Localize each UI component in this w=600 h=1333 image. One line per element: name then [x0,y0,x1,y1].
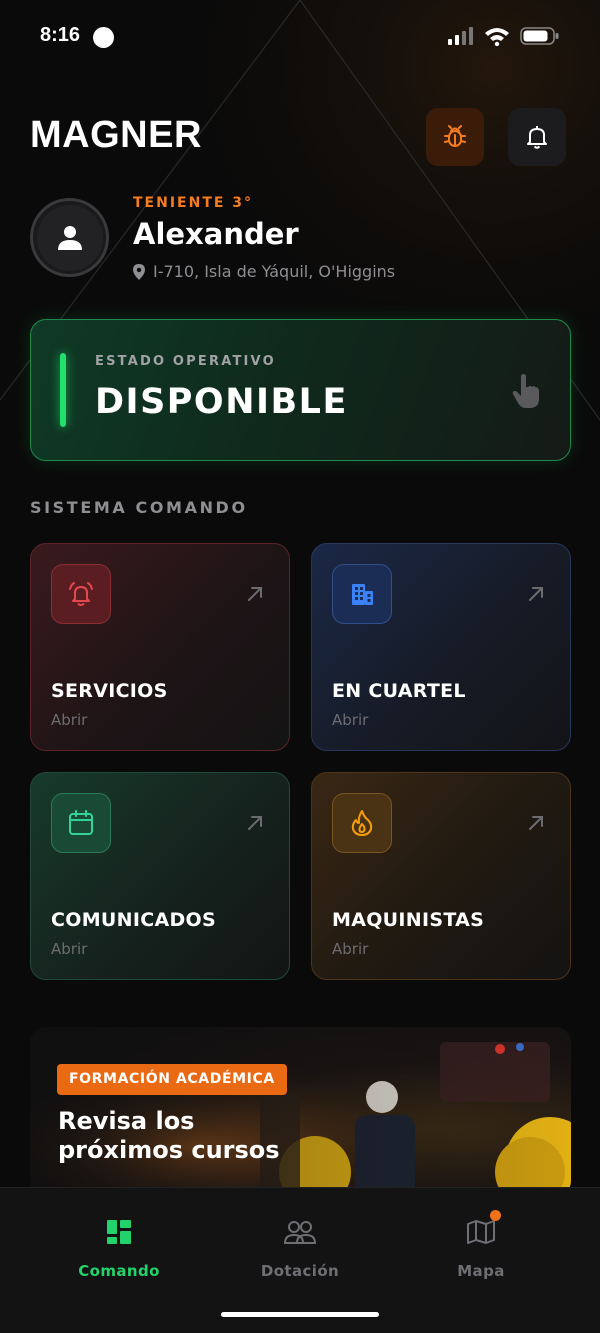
status-icons [448,26,560,46]
external-arrow-icon [248,816,262,830]
signal-icon [448,27,473,45]
map-icon [467,1220,495,1244]
tile-subtitle: Abrir [51,711,88,729]
tile-maquinistas[interactable]: MAQUINISTAS Abrir [311,772,571,980]
user-name: Alexander [133,217,299,251]
users-icon [283,1221,317,1244]
building-icon [352,584,373,605]
bug-report-button[interactable] [426,108,484,166]
tile-servicios[interactable]: SERVICIOS Abrir [30,543,290,751]
status-indicator-bar [60,353,66,427]
location-text: I-710, Isla de Yáquil, O'Higgins [153,262,396,281]
location-pin-icon [133,263,145,280]
tile-icon-box [332,564,392,624]
tile-icon-box [51,564,111,624]
home-indicator[interactable] [221,1312,379,1317]
nav-icon-wrap [421,1210,541,1248]
nav-comando[interactable]: Comando [59,1216,179,1280]
section-title: SISTEMA COMANDO [30,498,248,517]
tile-subtitle: Abrir [332,940,369,958]
operational-status-card[interactable]: ESTADO OPERATIVO DISPONIBLE [30,319,571,461]
user-icon [57,225,82,250]
nav-label: Mapa [457,1262,505,1280]
external-arrow-icon [529,587,543,601]
notification-badge [490,1210,501,1221]
nav-icon-wrap [59,1216,179,1248]
avatar[interactable] [30,198,109,277]
status-label: ESTADO OPERATIVO [95,354,276,369]
tile-title: SERVICIOS [51,680,168,702]
flame-icon [351,810,373,836]
bug-icon [444,125,466,147]
wifi-icon [485,28,509,46]
battery-icon [520,27,559,45]
tile-title: EN CUARTEL [332,680,466,702]
tile-en-cuartel[interactable]: EN CUARTEL Abrir [311,543,571,751]
alarm-bell-icon [69,582,93,606]
status-value: DISPONIBLE [95,382,348,422]
app-title: MAGNER [30,114,202,156]
notifications-button[interactable] [508,108,566,166]
tile-icon-box [51,793,111,853]
tile-title: MAQUINISTAS [332,909,485,931]
recording-indicator-icon [93,27,114,48]
nav-dotacion[interactable]: Dotación [240,1216,360,1280]
user-rank: TENIENTE 3° [133,195,254,211]
tile-subtitle: Abrir [332,711,369,729]
tile-comunicados[interactable]: COMUNICADOS Abrir [30,772,290,980]
user-location: I-710, Isla de Yáquil, O'Higgins [133,262,395,281]
calendar-icon [69,810,93,835]
tile-subtitle: Abrir [51,940,88,958]
dashboard-icon [107,1220,131,1244]
tap-icon [512,374,539,408]
banner-tag: FORMACIÓN ACADÉMICA [57,1064,287,1095]
banner-title: Revisa los próximos cursos [58,1107,280,1164]
avatar-circle [36,204,103,271]
clock: 8:16 [40,24,81,46]
system-status-bar: 8:16 [0,0,600,74]
bell-icon [527,126,547,149]
external-arrow-icon [248,587,262,601]
external-arrow-icon [529,816,543,830]
nav-label: Comando [78,1262,160,1280]
nav-icon-wrap [240,1216,360,1248]
nav-label: Dotación [260,1262,340,1280]
tile-icon-box [332,793,392,853]
nav-mapa[interactable]: Mapa [421,1210,541,1280]
training-banner[interactable]: FORMACIÓN ACADÉMICA Revisa los próximos … [30,1027,571,1197]
tile-title: COMUNICADOS [51,909,216,931]
